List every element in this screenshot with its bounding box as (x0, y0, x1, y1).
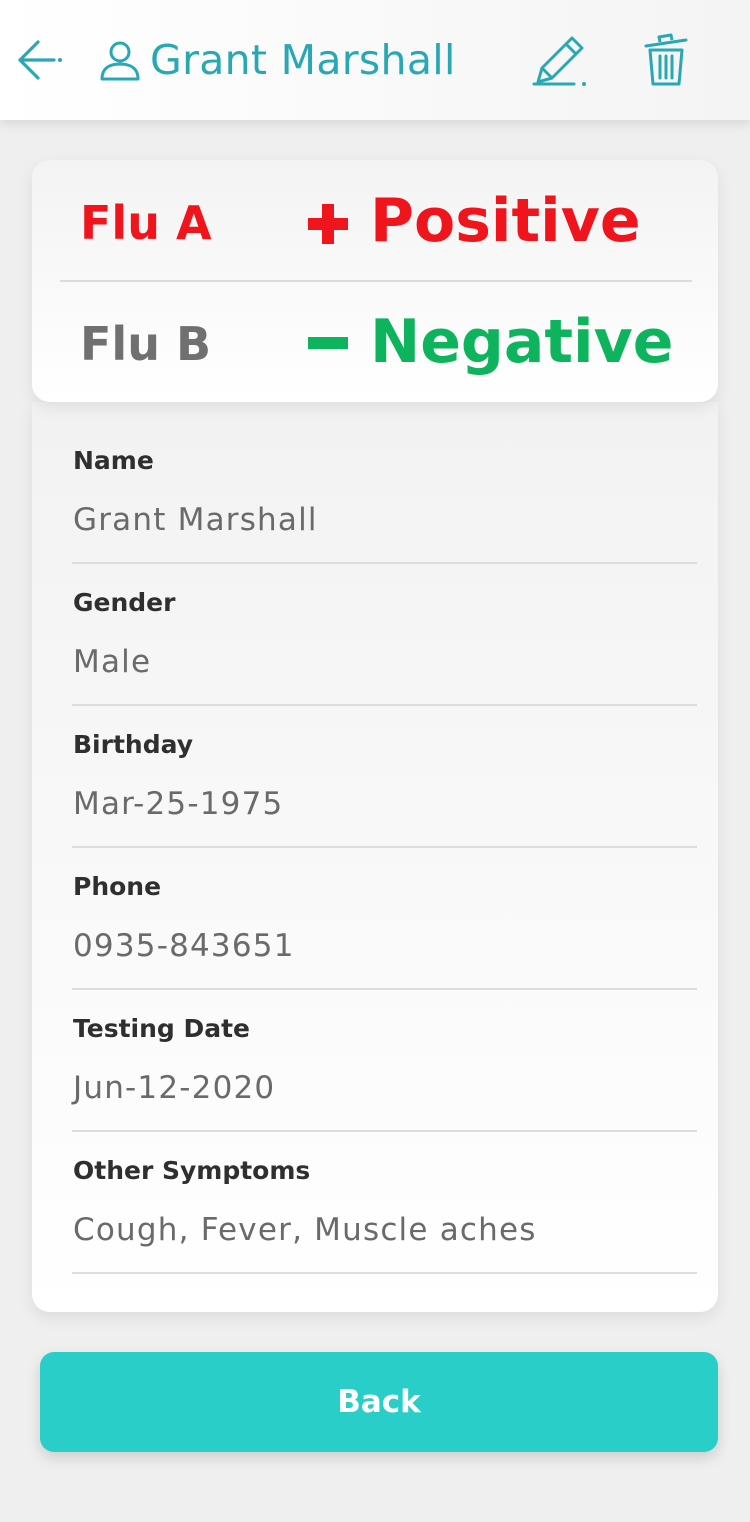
test-result-card: Flu A Positive Flu B Negative (32, 160, 718, 402)
trash-icon[interactable] (642, 32, 690, 88)
field-birthday: Birthday Mar-25-1975 (72, 686, 697, 848)
pencil-icon[interactable] (530, 32, 590, 88)
flu-b-label: Flu B (80, 317, 212, 371)
page-title: Grant Marshall (150, 36, 456, 84)
flu-b-status: Negative (370, 307, 674, 377)
result-row-flu-a: Flu A Positive (32, 160, 718, 280)
user-icon (100, 41, 140, 81)
field-value: Jun-12-2020 (73, 1070, 276, 1106)
flu-a-status: Positive (370, 186, 641, 256)
field-label: Testing Date (73, 1014, 251, 1043)
arrow-left-icon[interactable] (16, 38, 64, 82)
field-value: 0935-843651 (73, 928, 295, 964)
field-value: Grant Marshall (73, 502, 318, 538)
field-phone: Phone 0935-843651 (72, 828, 697, 990)
field-label: Phone (73, 872, 162, 901)
field-label: Other Symptoms (73, 1156, 311, 1185)
field-value: Mar-25-1975 (73, 786, 284, 822)
field-value: Cough, Fever, Muscle aches (73, 1212, 537, 1248)
field-label: Birthday (73, 730, 193, 759)
field-gender: Gender Male (72, 544, 697, 706)
field-label: Name (73, 446, 154, 475)
app-header: Grant Marshall (0, 0, 750, 120)
patient-info-card: Name Grant Marshall Gender Male Birthday… (32, 402, 718, 1312)
plus-icon (308, 204, 348, 244)
flu-a-label: Flu A (80, 196, 212, 250)
field-label: Gender (73, 588, 176, 617)
back-button[interactable]: Back (40, 1352, 718, 1452)
field-name: Name Grant Marshall (72, 402, 697, 564)
field-other-symptoms: Other Symptoms Cough, Fever, Muscle ache… (72, 1112, 697, 1274)
divider (72, 1272, 697, 1274)
field-value: Male (73, 644, 152, 680)
field-testing-date: Testing Date Jun-12-2020 (72, 970, 697, 1132)
result-row-flu-b: Flu B Negative (32, 281, 718, 401)
minus-icon (308, 337, 348, 349)
